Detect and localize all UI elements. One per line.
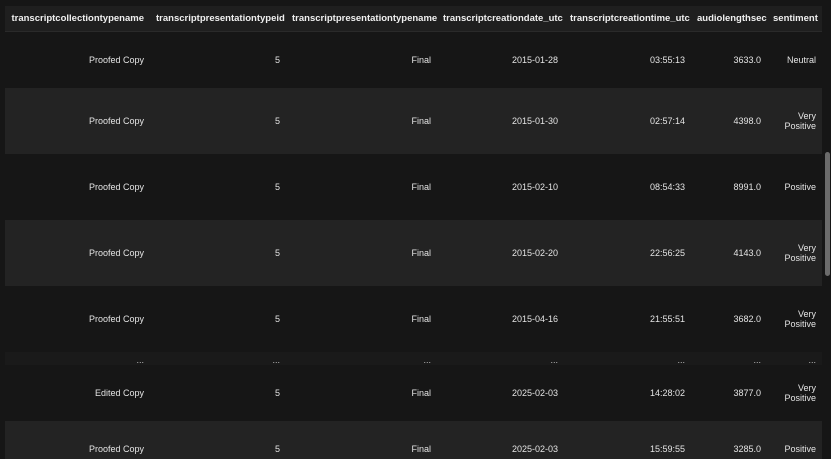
- dataframe-viewport: transcriptcollectiontypename transcriptp…: [0, 0, 831, 459]
- table-cell: Very Positive: [767, 219, 822, 286]
- table-cell: 2015-02-20: [437, 219, 564, 286]
- table-cell: Very Positive: [767, 87, 822, 154]
- table-cell: Edited Copy: [5, 364, 150, 421]
- table-cell: Proofed Copy: [5, 153, 150, 220]
- table-cell: 02:57:14: [564, 87, 691, 154]
- table-cell: Proofed Copy: [5, 31, 150, 88]
- table-row: Proofed Copy 5 Final 2015-02-10 08:54:33…: [5, 153, 822, 220]
- ellipsis-cell: ...: [691, 351, 767, 365]
- scrollbar-thumb[interactable]: [825, 152, 830, 276]
- ellipsis-cell: ...: [437, 351, 564, 365]
- table-cell: 5: [150, 364, 286, 421]
- table-cell: Proofed Copy: [5, 285, 150, 352]
- ellipsis-cell: ...: [564, 351, 691, 365]
- table-cell: Proofed Copy: [5, 219, 150, 286]
- table-cell: Proofed Copy: [5, 420, 150, 459]
- table-cell: 5: [150, 219, 286, 286]
- table-cell: 2015-04-16: [437, 285, 564, 352]
- table-cell: 2015-01-30: [437, 87, 564, 154]
- table-cell: 14:28:02: [564, 364, 691, 421]
- ellipsis-cell: ...: [286, 351, 437, 365]
- table-cell: Final: [286, 364, 437, 421]
- table-cell: 8991.0: [691, 153, 767, 220]
- table-row: Proofed Copy 5 Final 2025-02-03 15:59:55…: [5, 420, 822, 459]
- dataframe-table: transcriptcollectiontypename transcriptp…: [5, 6, 822, 459]
- table-cell: Very Positive: [767, 285, 822, 352]
- table-cell: Final: [286, 31, 437, 88]
- table-cell: Positive: [767, 153, 822, 220]
- column-header[interactable]: transcriptcreationdate_utc: [437, 6, 564, 32]
- table-cell: Final: [286, 219, 437, 286]
- table-cell: Final: [286, 285, 437, 352]
- column-header[interactable]: transcriptcreationtime_utc: [564, 6, 691, 32]
- table-cell: 4143.0: [691, 219, 767, 286]
- table-cell: 08:54:33: [564, 153, 691, 220]
- table-cell: 2015-01-28: [437, 31, 564, 88]
- table-cell: 5: [150, 153, 286, 220]
- ellipsis-row: ... ... ... ... ... ... ...: [5, 351, 822, 365]
- table-cell: 2025-02-03: [437, 420, 564, 459]
- ellipsis-cell: ...: [767, 351, 822, 365]
- table-cell: 5: [150, 285, 286, 352]
- table-cell: 4398.0: [691, 87, 767, 154]
- table-cell: 21:55:51: [564, 285, 691, 352]
- table-cell: 22:56:25: [564, 219, 691, 286]
- column-header[interactable]: transcriptpresentationtypename: [286, 6, 437, 32]
- column-header[interactable]: sentiment: [767, 6, 822, 32]
- table-row: Proofed Copy 5 Final 2015-01-28 03:55:13…: [5, 31, 822, 88]
- table-cell: Positive: [767, 420, 822, 459]
- table-cell: 3682.0: [691, 285, 767, 352]
- table-cell: 2025-02-03: [437, 364, 564, 421]
- column-header[interactable]: audiolengthsec: [691, 6, 767, 32]
- table-cell: Very Positive: [767, 364, 822, 421]
- header-row: transcriptcollectiontypename transcriptp…: [5, 6, 822, 32]
- table-cell: 3877.0: [691, 364, 767, 421]
- table-row: Proofed Copy 5 Final 2015-01-30 02:57:14…: [5, 87, 822, 154]
- table-cell: Proofed Copy: [5, 87, 150, 154]
- table-cell: 15:59:55: [564, 420, 691, 459]
- table-cell: 3285.0: [691, 420, 767, 459]
- table-cell: 5: [150, 31, 286, 88]
- table-cell: Final: [286, 420, 437, 459]
- table-cell: Final: [286, 153, 437, 220]
- table-cell: 5: [150, 420, 286, 459]
- table-cell: 3633.0: [691, 31, 767, 88]
- ellipsis-cell: ...: [150, 351, 286, 365]
- column-header[interactable]: transcriptpresentationtypeid: [150, 6, 286, 32]
- vertical-scrollbar[interactable]: [823, 0, 831, 459]
- ellipsis-cell: ...: [5, 351, 150, 365]
- table-cell: 5: [150, 87, 286, 154]
- table-row: Proofed Copy 5 Final 2015-02-20 22:56:25…: [5, 219, 822, 286]
- table-cell: Neutral: [767, 31, 822, 88]
- table-row: Proofed Copy 5 Final 2015-04-16 21:55:51…: [5, 285, 822, 352]
- column-header[interactable]: transcriptcollectiontypename: [5, 6, 150, 32]
- table-cell: 03:55:13: [564, 31, 691, 88]
- table-cell: Final: [286, 87, 437, 154]
- table-row: Edited Copy 5 Final 2025-02-03 14:28:02 …: [5, 364, 822, 421]
- table-cell: 2015-02-10: [437, 153, 564, 220]
